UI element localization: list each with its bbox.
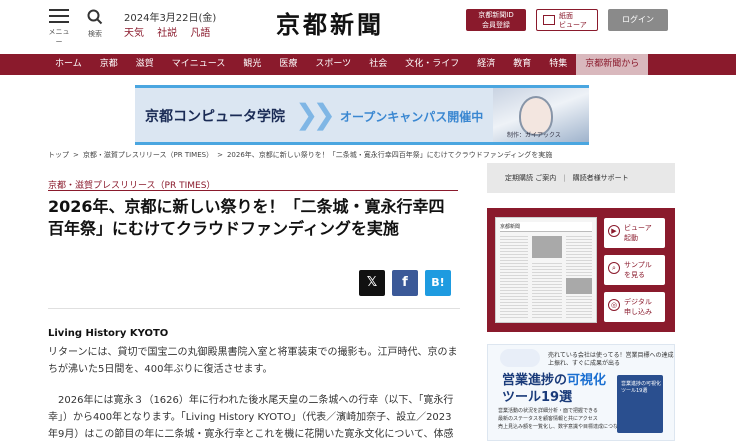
article-divider (48, 308, 460, 309)
breadcrumb-current: 2026年、京都に新しい祭りを！「二条城・寛永行幸四百年祭」にむけてクラウドファ… (226, 151, 553, 159)
nav-item-economy[interactable]: 経済 (468, 54, 504, 75)
ad-badge (500, 349, 540, 367)
digital-icon: ◎ (608, 299, 620, 311)
ad-feature-item: 売上見込み額を一覧化し、数字意識や目標達成につなげる (498, 424, 629, 430)
ad-ebook-cover: 営業進捗の可視化 ツール19選 (617, 375, 663, 433)
current-date: 2024年3月22日(金) (124, 13, 217, 24)
subscription-links: 定期購読 ご案内 | 購読者様サポート (487, 163, 675, 193)
member-register-label: 会員登録 (482, 21, 510, 29)
nav-item-culture-life[interactable]: 文化・ライフ (396, 54, 468, 75)
nav-item-home[interactable]: ホーム (46, 54, 91, 75)
member-registration-button[interactable]: 京都新聞ID 会員登録 (466, 9, 526, 31)
ad-small-line: 売れている会社は使ってる！営業目標への達成 (548, 352, 674, 359)
subscriber-support-link[interactable]: 購読者様サポート (573, 174, 629, 182)
nav-item-shiga[interactable]: 滋賀 (127, 54, 163, 75)
nav-item-from-kyoto-np[interactable]: 京都新聞から (576, 54, 649, 75)
nav-item-my-news[interactable]: マイニュース (163, 54, 235, 75)
main-nav: ホーム 京都 滋賀 マイニュース 観光 医療 スポーツ 社会 文化・ライフ 経済… (0, 54, 736, 75)
play-icon: ▶ (608, 225, 620, 237)
sidebar-ad[interactable]: 売れている会社は使ってる！営業目標への達成 上振れ、すぐに成果が出る 営業進捗の… (487, 344, 675, 441)
share-facebook-button[interactable]: f (392, 270, 418, 296)
breadcrumb-category[interactable]: 京都・滋賀プレスリリース（PR TIMES） (83, 151, 213, 159)
ad-book-title: ツール19選 (621, 388, 648, 394)
paper-masthead: 京都新聞 (500, 222, 592, 232)
nav-item-medical[interactable]: 医療 (270, 54, 306, 75)
viewer-launch-label-1: ビューア (624, 224, 652, 232)
digital-label-1: デジタル (624, 298, 652, 306)
article-paragraph: 2026年には寛永３（1626）年に行われた後水尾天皇の二条城への行幸（以下、「… (48, 395, 454, 440)
nav-item-kyoto[interactable]: 京都 (91, 54, 127, 75)
ad-small-line: 上振れ、すぐに成果が出る (548, 360, 621, 367)
editorial-link[interactable]: 社説 (157, 28, 177, 39)
newspaper-thumbnail[interactable]: 京都新聞 (495, 217, 597, 323)
menu-button[interactable]: メニュー (46, 9, 72, 47)
menu-label: メニュー (48, 28, 70, 46)
ad-feature-item: 営業活動の状況を詳細分析・面で把握できる (498, 408, 598, 414)
ad-credit: 制作：ガイアックス (507, 132, 561, 139)
viewer-label-2: ビューア (559, 21, 587, 29)
search-button[interactable]: 検索 (84, 9, 106, 39)
site-header: メニュー 検索 2024年3月22日(金) 天気 社説 凡語 京都新聞 京都新聞… (0, 0, 736, 52)
search-icon: ⌕ (608, 262, 620, 274)
header-links: 天気 社説 凡語 (124, 24, 220, 39)
ad-book-title: 営業進捗の可視化 (621, 381, 662, 387)
nav-item-sports[interactable]: スポーツ (306, 54, 360, 75)
category-divider (48, 190, 458, 191)
viewer-launch-label-2: 起動 (624, 234, 638, 242)
ad-headline-part: ツール19選 (502, 390, 573, 405)
subscription-guide-link[interactable]: 定期購読 ご案内 (505, 174, 556, 182)
nav-item-features[interactable]: 特集 (540, 54, 576, 75)
digital-signup-button[interactable]: ◎ デジタル申し込み (604, 292, 665, 322)
newspaper-icon (543, 15, 555, 25)
nav-item-society[interactable]: 社会 (360, 54, 396, 75)
viewer-label-1: 紙面 (559, 12, 573, 20)
share-x-button[interactable]: 𝕏 (359, 270, 385, 296)
paper-viewer-panel: 京都新聞 ▶ ビューア起動 ⌕ サンプルを見る ◎ デジタル申し込み (487, 208, 675, 332)
search-icon (87, 9, 103, 25)
ad-event-text: オープンキャンパス開催中 (340, 110, 484, 124)
ad-school-name: 京都コンピュータ学院 (145, 109, 285, 125)
ad-headline-highlight: 可視化 (567, 373, 607, 388)
share-hatena-button[interactable]: B! (425, 270, 451, 296)
ad-small-text: 売れている会社は使ってる！営業目標への達成 上振れ、すぐに成果が出る (548, 352, 674, 368)
breadcrumb-top[interactable]: トップ (48, 151, 69, 159)
hamburger-icon (49, 9, 69, 23)
digital-label-2: 申し込み (624, 308, 652, 316)
search-label: 検索 (88, 30, 102, 38)
ad-feature-list: 営業活動の状況を詳細分析・面で把握できる 最新のステータスを顧客情報と共にアクセ… (498, 407, 628, 431)
nav-item-education[interactable]: 教育 (504, 54, 540, 75)
ad-headline-part: 営業進捗の (502, 373, 568, 388)
article-paragraph: リターンには、貸切で国宝二の丸御殿黒書院入室と将軍装束での撮影も。江戸時代、京の… (48, 347, 458, 375)
launch-viewer-button[interactable]: ▶ ビューア起動 (604, 218, 665, 248)
nav-item-tourism[interactable]: 観光 (234, 54, 270, 75)
breadcrumb: トップ > 京都・滋賀プレスリリース（PR TIMES） >2026年、京都に新しい祭… (48, 151, 553, 159)
bongo-link[interactable]: 凡語 (190, 28, 210, 39)
weather-link[interactable]: 天気 (124, 28, 144, 39)
article-author: Living History KYOTO (48, 328, 169, 339)
chevron-right-icon: ❯❯ (295, 98, 336, 131)
login-button[interactable]: ログイン (608, 9, 668, 31)
sample-label-1: サンプル (624, 261, 652, 269)
article-title: 2026年、京都に新しい祭りを！「二条城・寛永行幸四百年祭」にむけてクラウドファ… (48, 197, 445, 238)
paper-viewer-button[interactable]: 紙面 ビューア (536, 9, 598, 31)
ad-feature-item: 最新のステータスを顧客情報と共にアクセス (498, 416, 598, 422)
ad-banner[interactable]: 京都コンピュータ学院 ❯❯ オープンキャンパス開催中 制作：ガイアックス (135, 85, 589, 145)
site-logo[interactable]: 京都新聞 (276, 5, 384, 40)
sample-label-2: を見る (624, 271, 645, 279)
view-sample-button[interactable]: ⌕ サンプルを見る (604, 255, 665, 285)
member-id-label: 京都新聞ID (478, 11, 514, 19)
ad-headline: 営業進捗の可視化 ツール19選 (502, 372, 606, 406)
article-body: リターンには、貸切で国宝二の丸御殿黒書院入室と将軍装束での撮影も。江戸時代、京の… (48, 344, 458, 441)
